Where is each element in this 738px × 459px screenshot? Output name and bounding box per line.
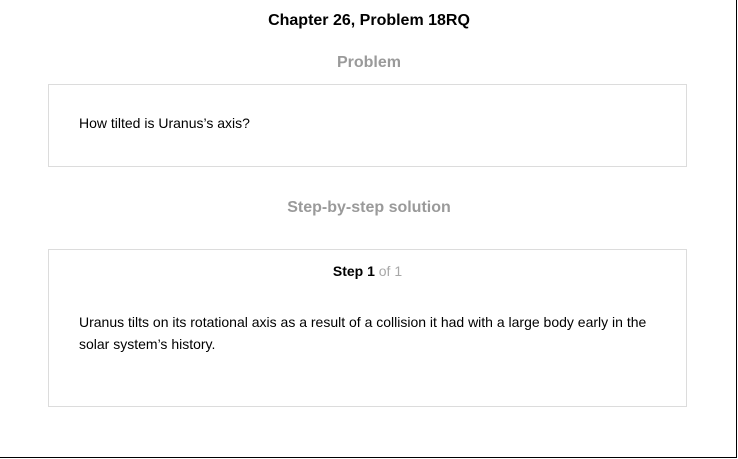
- step-label: Step 1: [332, 263, 375, 279]
- problem-heading: Problem: [336, 54, 401, 71]
- problem-card: How tilted is Uranus’s axis?: [48, 84, 687, 167]
- solution-heading: Step-by-step solution: [287, 199, 451, 216]
- page-title: Chapter 26, Problem 18RQ: [268, 12, 470, 29]
- solution-text: Uranus tilts on its rotational axis as a…: [79, 314, 647, 352]
- problem-text: How tilted is Uranus’s axis?: [79, 115, 250, 131]
- step-indicator: Step 1 of 1: [49, 263, 686, 279]
- step-count: of 1: [378, 263, 403, 279]
- solution-card: Step 1 of 1 Uranus tilts on its rotation…: [48, 249, 687, 407]
